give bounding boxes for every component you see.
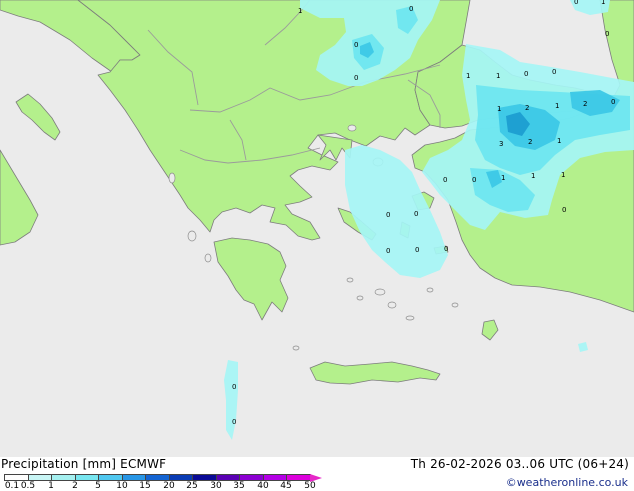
point-value: 1 <box>501 174 505 182</box>
point-value: 3 <box>499 140 503 148</box>
scale-segment <box>4 474 29 481</box>
point-value: 1 <box>601 0 605 6</box>
point-value: 1 <box>466 72 470 80</box>
island-cyclades-6 <box>426 287 434 293</box>
point-value: 0 <box>524 70 528 78</box>
scale-segment <box>75 474 99 481</box>
island-corfu <box>168 172 176 184</box>
map-title: Precipitation [mm] ECMWF <box>1 457 167 471</box>
legend-footer: Precipitation [mm] ECMWF Th 26-02-2026 0… <box>0 457 634 491</box>
point-value: 1 <box>298 7 302 15</box>
precipitation-map: 1 0 0 0 0 1 0 1 1 0 0 1 2 1 2 0 3 2 1 0 … <box>0 0 634 457</box>
point-value: 1 <box>496 72 500 80</box>
island-cyclades-4 <box>405 315 415 321</box>
point-value: 0 <box>611 98 615 106</box>
island-cyclades-3 <box>356 295 364 301</box>
island-cyclades-5 <box>346 277 354 283</box>
point-value: 0 <box>574 0 578 6</box>
point-value: 2 <box>525 104 529 112</box>
island-kefalonia <box>187 230 197 242</box>
copyright-link[interactable]: ©weatheronline.co.uk <box>506 476 628 489</box>
scale-segment <box>192 474 217 481</box>
point-value: 2 <box>583 100 587 108</box>
point-value: 1 <box>497 105 501 113</box>
point-value: 0 <box>409 5 413 13</box>
scale-segment <box>169 474 193 481</box>
island-zakynthos <box>204 253 212 263</box>
scale-segment <box>239 474 264 481</box>
point-value: 1 <box>555 102 559 110</box>
point-value: 1 <box>531 172 535 180</box>
island-kythira <box>292 345 300 351</box>
point-value: 0 <box>444 245 448 253</box>
point-value: 0 <box>472 176 476 184</box>
scale-segment <box>145 474 170 481</box>
island-thasos <box>347 124 357 132</box>
scale-segment <box>263 474 287 481</box>
point-value: 0 <box>232 418 236 426</box>
point-value: 0 <box>354 41 358 49</box>
point-value: 0 <box>354 74 358 82</box>
scale-segment <box>51 474 76 481</box>
valid-time: Th 26-02-2026 03..06 UTC (06+24) <box>410 457 629 471</box>
scale-segment <box>286 474 311 481</box>
island-cyclades-2 <box>387 301 397 309</box>
point-value: 1 <box>561 171 565 179</box>
color-scale <box>4 473 322 482</box>
scale-segment <box>98 474 123 481</box>
point-value: 0 <box>232 383 236 391</box>
point-value: 1 <box>557 137 561 145</box>
scale-segment <box>28 474 52 481</box>
island-cyclades-1 <box>374 288 386 296</box>
point-value: 0 <box>414 210 418 218</box>
scale-segment <box>122 474 146 481</box>
point-value: 0 <box>443 176 447 184</box>
point-value: 0 <box>605 30 609 38</box>
point-value: 0 <box>415 246 419 254</box>
point-value: 0 <box>552 68 556 76</box>
point-value: 0 <box>562 206 566 214</box>
island-dodecanese <box>451 302 459 308</box>
scale-segment <box>216 474 240 481</box>
point-value: 2 <box>528 138 532 146</box>
point-value: 0 <box>386 211 390 219</box>
point-value: 0 <box>386 247 390 255</box>
